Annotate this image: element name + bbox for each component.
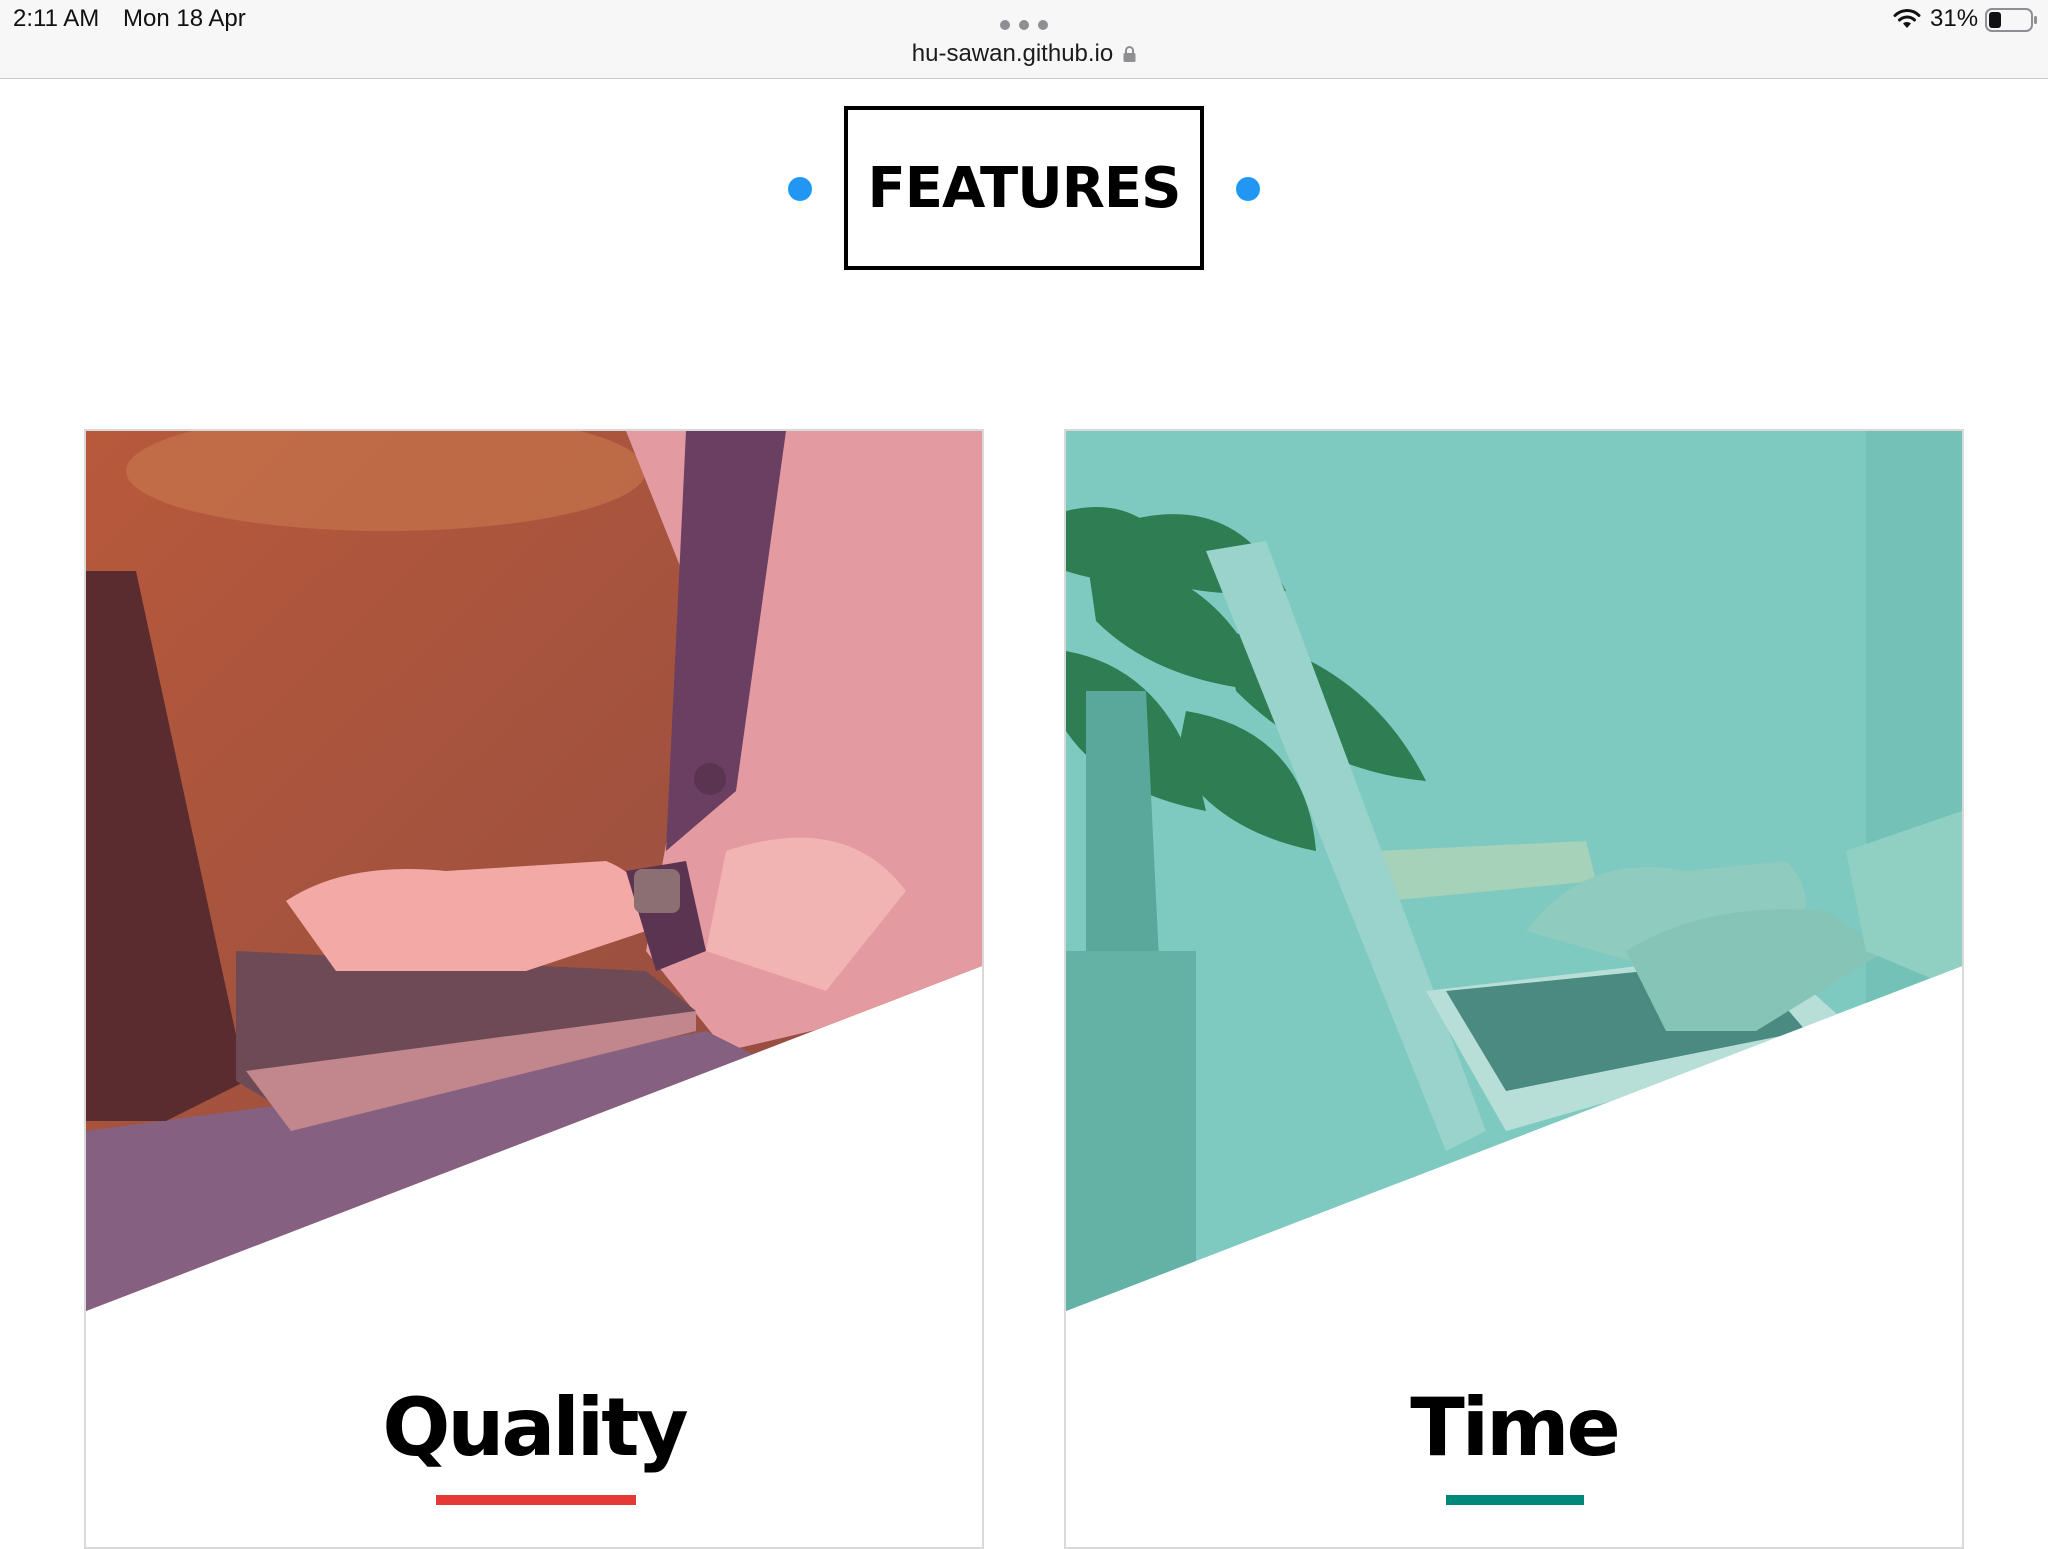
card-underline — [1446, 1495, 1584, 1505]
feature-card-time[interactable]: Time — [1064, 429, 1964, 1549]
heading-box: FEATURES — [844, 106, 1204, 270]
more-dots-icon[interactable] — [1000, 20, 1048, 30]
heading-dot-left — [788, 177, 812, 201]
wifi-icon — [1893, 9, 1921, 28]
section-title: FEATURES — [867, 155, 1182, 221]
battery-percent: 31% — [1930, 5, 1979, 32]
card-title: Time — [1410, 1381, 1621, 1474]
heading-dot-right — [1236, 177, 1260, 201]
lock-icon — [1123, 46, 1136, 62]
status-date: Mon 18 Apr — [123, 5, 246, 32]
woman-laptop-photo — [86, 431, 982, 1311]
card-underline — [436, 1495, 636, 1505]
address-bar[interactable]: hu-sawan.github.io — [0, 40, 2048, 68]
features-heading-block: FEATURES — [0, 105, 2048, 270]
url-text: hu-sawan.github.io — [911, 40, 1114, 67]
card-image — [1066, 431, 1962, 1311]
status-time: 2:11 AM — [13, 5, 100, 32]
card-image — [86, 431, 982, 1311]
battery-icon — [1985, 8, 2037, 32]
laptop-plant-photo — [1066, 431, 1962, 1311]
feature-card-quality[interactable]: Quality — [84, 429, 984, 1549]
browser-status-bar: 2:11 AM Mon 18 Apr hu-sawan.github.io 31… — [0, 0, 2048, 79]
card-title: Quality — [382, 1381, 688, 1474]
